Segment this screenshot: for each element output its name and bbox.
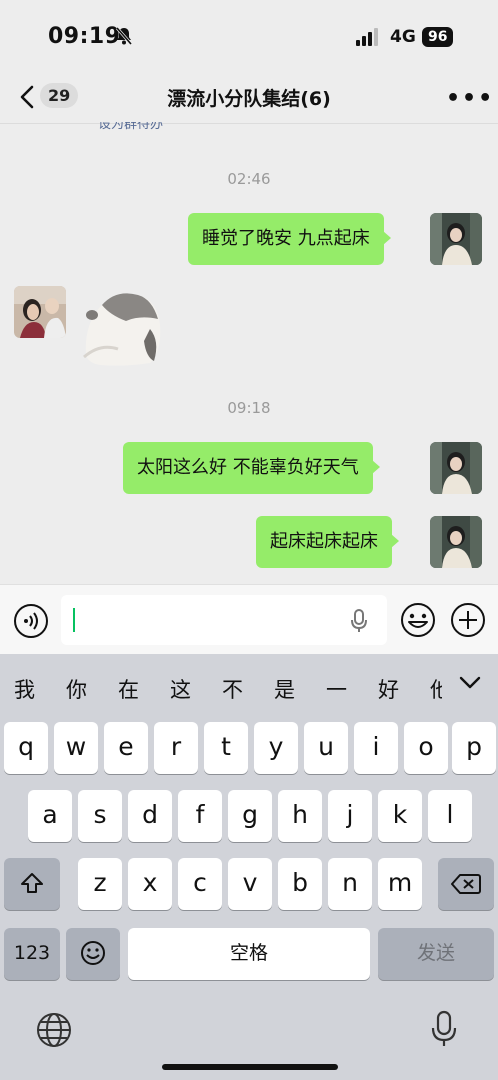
self-avatar[interactable] [430, 213, 482, 265]
key-g[interactable]: g [228, 790, 272, 842]
send-key[interactable]: 发送 [378, 928, 494, 980]
candidate-word[interactable]: 这 [170, 674, 191, 704]
message-bubble-sent[interactable]: 睡觉了晚安 九点起床 [188, 213, 391, 265]
backspace-key[interactable] [438, 858, 494, 910]
input-mic-icon[interactable] [349, 608, 369, 638]
backspace-icon [451, 874, 481, 894]
self-avatar[interactable] [430, 516, 482, 568]
key-q[interactable]: q [4, 722, 48, 774]
key-j[interactable]: j [328, 790, 372, 842]
key-x[interactable]: x [128, 858, 172, 910]
key-p[interactable]: p [452, 722, 496, 774]
message-timestamp: 09:18 [227, 399, 271, 417]
key-i[interactable]: i [354, 722, 398, 774]
self-avatar[interactable] [430, 442, 482, 494]
key-u[interactable]: u [304, 722, 348, 774]
key-v[interactable]: v [228, 858, 272, 910]
emoji-icon[interactable] [400, 602, 436, 642]
key-s[interactable]: s [78, 790, 122, 842]
shift-key[interactable] [4, 858, 60, 910]
key-f[interactable]: f [178, 790, 222, 842]
chat-header: 29 漂流小分队集结(6) ••• [0, 72, 498, 124]
message-input[interactable] [61, 595, 387, 645]
candidate-bar: 我 你 在 这 不 是 一 好 他 [0, 654, 498, 712]
message-bubble-sent[interactable]: 起床起床起床 [256, 516, 399, 568]
key-d[interactable]: d [128, 790, 172, 842]
candidate-word[interactable]: 不 [222, 674, 243, 704]
key-t[interactable]: t [204, 722, 248, 774]
text-caret [73, 608, 75, 632]
message-timestamp: 02:46 [227, 170, 271, 188]
candidate-word[interactable]: 你 [66, 674, 87, 704]
candidate-word[interactable]: 我 [14, 674, 35, 704]
dictation-mic-icon[interactable] [430, 1010, 458, 1052]
key-k[interactable]: k [378, 790, 422, 842]
key-l[interactable]: l [428, 790, 472, 842]
status-time: 09:19 [48, 24, 121, 49]
key-e[interactable]: e [104, 722, 148, 774]
key-c[interactable]: c [178, 858, 222, 910]
candidate-word[interactable]: 一 [326, 674, 347, 704]
key-a[interactable]: a [28, 790, 72, 842]
member-avatar[interactable] [14, 286, 66, 338]
home-indicator [162, 1064, 338, 1070]
battery-level: 96 [422, 27, 454, 47]
candidate-word[interactable]: 他 [430, 674, 442, 704]
candidate-word[interactable]: 好 [378, 674, 399, 704]
emoji-face-icon [81, 941, 105, 965]
key-o[interactable]: o [404, 722, 448, 774]
network-type: 4G [390, 27, 416, 47]
chat-input-bar [0, 584, 498, 654]
signal-icon [356, 28, 382, 50]
status-bar: 09:19 4G 96 [0, 0, 498, 72]
key-m[interactable]: m [378, 858, 422, 910]
voice-mode-icon[interactable] [13, 603, 49, 643]
numbers-key[interactable]: 123 [4, 928, 60, 980]
cat-sticker[interactable] [80, 285, 162, 367]
chat-title: 漂流小分队集结(6) [167, 88, 331, 110]
globe-icon[interactable] [36, 1012, 72, 1052]
key-z[interactable]: z [78, 858, 122, 910]
candidate-word[interactable]: 在 [118, 674, 139, 704]
key-r[interactable]: r [154, 722, 198, 774]
more-functions-plus-icon[interactable] [450, 602, 486, 642]
key-y[interactable]: y [254, 722, 298, 774]
emoji-key[interactable] [66, 928, 120, 980]
key-n[interactable]: n [328, 858, 372, 910]
expand-candidates-chevron-icon[interactable] [458, 674, 482, 696]
message-bubble-sent[interactable]: 太阳这么好 不能辜负好天气 [123, 442, 380, 494]
candidate-word[interactable]: 是 [274, 674, 295, 704]
space-key[interactable]: 空格 [128, 928, 370, 980]
partial-system-note: 设为群待办 [98, 122, 164, 132]
key-b[interactable]: b [278, 858, 322, 910]
more-options-icon[interactable]: ••• [446, 86, 494, 111]
mute-bell-icon [114, 26, 134, 50]
ime-keyboard: 我 你 在 这 不 是 一 好 他 q w e r t y u i o p a … [0, 654, 498, 1080]
shift-arrow-icon [21, 873, 43, 893]
key-h[interactable]: h [278, 790, 322, 842]
key-w[interactable]: w [54, 722, 98, 774]
